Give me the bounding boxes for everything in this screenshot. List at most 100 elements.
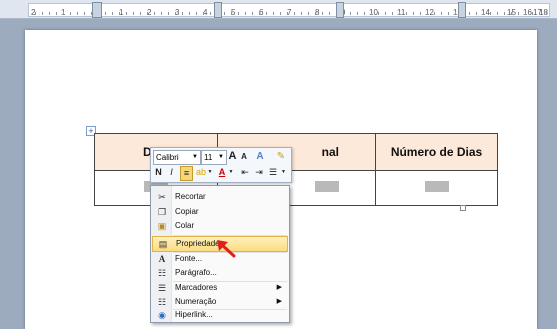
menu-item-label: Colar (175, 221, 195, 230)
menu-item-label: Numeração (175, 297, 217, 306)
ruler-tick (301, 12, 302, 15)
ruler-tick (329, 12, 330, 15)
ruler-tick (273, 12, 274, 15)
center-align-icon[interactable]: ≡ (180, 166, 193, 181)
menu-item-colar[interactable]: ▣ Colar (152, 219, 288, 233)
table-header-cell[interactable]: Número de Dias (375, 133, 498, 171)
menu-item-label: Parágrafo... (175, 268, 217, 277)
ruler-tick (539, 12, 540, 15)
column-marker[interactable] (458, 2, 466, 18)
highlight-color-icon[interactable]: ab (195, 166, 207, 179)
ruler-tick (392, 12, 393, 15)
font-icon: A (158, 254, 166, 264)
ruler-strip[interactable]: 2 1 1 2 3 4 5 6 7 8 9 10 11 12 13 14 15 … (28, 3, 550, 17)
ruler-tick (364, 12, 365, 15)
horizontal-ruler[interactable]: 2 1 1 2 3 4 5 6 7 8 9 10 11 12 13 14 15 … (0, 0, 557, 19)
ruler-tick (406, 12, 407, 15)
menu-item-paragrafo[interactable]: ☷ Parágrafo... (152, 266, 288, 280)
ruler-tick (42, 12, 43, 15)
styles-icon[interactable]: A (253, 150, 267, 163)
table-resize-handle[interactable] (460, 205, 466, 211)
bold-button[interactable]: N (153, 166, 164, 179)
menu-item-numeracao[interactable]: ☷ Numeração ▶ (152, 295, 288, 309)
ruler-tick (385, 12, 386, 15)
ruler-tick (77, 12, 78, 15)
font-name-field[interactable]: Calibri ▼ (153, 150, 201, 165)
ruler-tick (70, 12, 71, 15)
increase-indent-icon[interactable]: ⇥ (253, 166, 265, 179)
column-marker[interactable] (214, 2, 222, 18)
ruler-tick (133, 12, 134, 15)
menu-item-marcadores[interactable]: ☰ Marcadores ▶ (152, 281, 288, 295)
font-color-button[interactable]: A (217, 166, 227, 179)
paragraph-icon: ☷ (157, 268, 167, 278)
ruler-tick (147, 12, 148, 15)
ruler-tick (371, 12, 372, 15)
grow-font-button[interactable]: A (227, 150, 238, 163)
ruler-tick (63, 12, 64, 15)
shrink-font-button[interactable]: A (239, 150, 249, 163)
chevron-right-icon: ▶ (276, 284, 282, 291)
bullets-icon[interactable]: ☰ (267, 166, 279, 179)
font-name-value: Calibri (156, 153, 179, 162)
table-cell[interactable] (375, 170, 498, 206)
ruler-tick (357, 12, 358, 15)
ruler-tick (490, 12, 491, 15)
font-size-field[interactable]: 11 ▼ (201, 150, 227, 165)
ruler-tick (441, 12, 442, 15)
ruler-tick (469, 12, 470, 15)
ruler-tick (210, 12, 211, 15)
chevron-down-icon: ▼ (192, 154, 198, 160)
ruler-tick (504, 12, 505, 15)
shaded-placeholder (424, 181, 449, 192)
chevron-down-icon[interactable]: ▼ (228, 166, 234, 179)
menu-item-copiar[interactable]: ❐ Copiar (152, 205, 288, 219)
decrease-indent-icon[interactable]: ⇤ (239, 166, 251, 179)
menu-item-label: Hiperlink... (175, 310, 213, 319)
ruler-tick (476, 12, 477, 15)
ruler-tick (168, 12, 169, 15)
copy-icon: ❐ (157, 207, 167, 217)
chevron-down-icon[interactable]: ▼ (207, 166, 213, 179)
ruler-tick (35, 12, 36, 15)
italic-button[interactable]: I (166, 166, 177, 179)
ruler-tick (287, 12, 288, 15)
ruler-tick (203, 12, 204, 15)
ruler-tick (413, 12, 414, 15)
ruler-tick (378, 12, 379, 15)
bullets-icon: ☰ (157, 283, 167, 293)
menu-item-recortar[interactable]: ✂ Recortar (152, 190, 288, 204)
ruler-tick (518, 12, 519, 15)
ruler-tick (399, 12, 400, 15)
pointer-arrow-icon (217, 240, 236, 258)
ruler-tick (105, 12, 106, 15)
paste-icon: ▣ (157, 221, 167, 231)
ruler-tick (112, 12, 113, 15)
menu-item-label: Marcadores (175, 283, 218, 292)
ruler-tick (231, 12, 232, 15)
ruler-tick (56, 12, 57, 15)
menu-item-hiperlink[interactable]: ◉ Hiperlink... (152, 308, 288, 322)
ruler-tick (154, 12, 155, 15)
ruler-tick (140, 12, 141, 15)
ruler-tick (546, 12, 547, 15)
column-marker[interactable] (336, 2, 344, 18)
ruler-tick (245, 12, 246, 15)
format-painter-icon[interactable]: ✎ (275, 150, 287, 163)
numbering-icon: ☷ (157, 297, 167, 307)
chevron-down-icon: ▼ (218, 154, 224, 160)
menu-item-label: Copiar (175, 207, 199, 216)
ruler-tick (252, 12, 253, 15)
ruler-tick (161, 12, 162, 15)
ruler-tick (427, 12, 428, 15)
hyperlink-icon: ◉ (158, 310, 166, 320)
ruler-tick (322, 12, 323, 15)
indent-marker[interactable] (92, 2, 102, 18)
font-size-value: 11 (204, 153, 213, 162)
chevron-down-icon[interactable]: ▼ (280, 166, 287, 179)
ruler-tick (434, 12, 435, 15)
ruler-tick (49, 12, 50, 15)
scissors-icon: ✂ (158, 192, 166, 202)
chevron-right-icon: ▶ (276, 298, 282, 305)
ruler-tick (483, 12, 484, 15)
